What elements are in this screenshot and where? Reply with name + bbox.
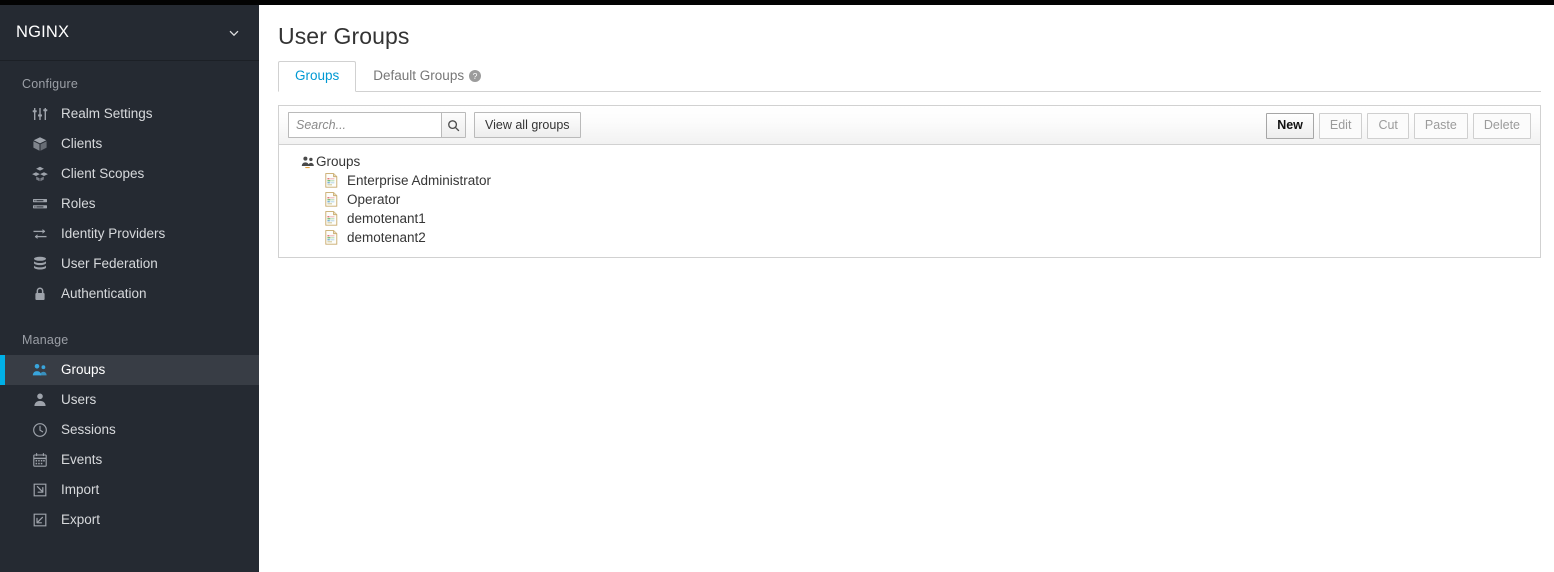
realm-selector[interactable]: NGINX	[0, 5, 259, 61]
tab-default-groups[interactable]: Default Groups ?	[356, 61, 498, 92]
tree-item-label: demotenant1	[347, 211, 426, 226]
app-root: NGINX Configure Realm Settings Clients C…	[0, 0, 1554, 572]
edit-button[interactable]: Edit	[1318, 112, 1363, 139]
import-arrow-icon	[32, 482, 48, 498]
tab-label: Default Groups	[373, 68, 465, 83]
sidebar-item-label: Sessions	[61, 421, 116, 437]
main-content: User Groups Groups Default Groups ? Sear…	[259, 5, 1554, 572]
view-all-groups-button[interactable]: View all groups	[474, 112, 581, 138]
sidebar-item-identity-providers[interactable]: Identity Providers	[0, 219, 259, 249]
group-file-icon	[325, 230, 338, 245]
group-file-icon	[325, 211, 338, 226]
nav-section-manage: Manage Groups Users Sessions Events Impo…	[0, 309, 259, 535]
groups-panel: View all groups New Edit Cut Paste Delet…	[278, 105, 1541, 258]
sidebar-item-import[interactable]: Import	[0, 475, 259, 505]
sidebar-item-export[interactable]: Export	[0, 505, 259, 535]
groups-toolbar: View all groups New Edit Cut Paste Delet…	[279, 106, 1540, 145]
sidebar-item-label: Realm Settings	[61, 105, 153, 121]
tree-root-label: Groups	[316, 154, 361, 169]
tree-item-label: Enterprise Administrator	[347, 173, 492, 188]
nav-section-label-configure: Configure	[22, 77, 78, 91]
sidebar-item-label: Groups	[61, 361, 106, 377]
sidebar-item-label: Client Scopes	[61, 165, 145, 181]
sidebar-item-realm-settings[interactable]: Realm Settings	[0, 99, 259, 129]
tree-root-groups[interactable]: Groups	[279, 152, 1540, 171]
sliders-icon	[32, 106, 48, 122]
sidebar-item-label: Authentication	[61, 285, 147, 301]
tree-item-operator[interactable]: Operator	[279, 190, 1540, 209]
group-file-icon	[325, 173, 338, 188]
exchange-arrows-icon	[32, 226, 48, 242]
page-title: User Groups	[278, 23, 410, 49]
search-button[interactable]	[441, 112, 466, 138]
cubes-icon	[32, 166, 48, 182]
nav-section-label-manage: Manage	[22, 333, 69, 347]
users-group-icon	[32, 362, 48, 378]
tree-item-demotenant2[interactable]: demotenant2	[279, 228, 1540, 247]
sidebar-item-label: Roles	[61, 195, 96, 211]
delete-button[interactable]: Delete	[1472, 112, 1531, 139]
sidebar-item-label: Users	[61, 391, 97, 407]
magnifier-icon	[447, 119, 460, 132]
sidebar-item-label: Identity Providers	[61, 225, 166, 241]
sidebar-item-sessions[interactable]: Sessions	[0, 415, 259, 445]
sidebar-item-authentication[interactable]: Authentication	[0, 279, 259, 309]
calendar-icon	[32, 452, 48, 468]
sidebar-item-user-federation[interactable]: User Federation	[0, 249, 259, 279]
tab-label: Groups	[295, 68, 340, 83]
toolbar-actions: New Edit Cut Paste Delete	[1266, 106, 1531, 145]
cut-button[interactable]: Cut	[1367, 112, 1409, 139]
tree-item-enterprise-administrator[interactable]: Enterprise Administrator	[279, 171, 1540, 190]
paste-button[interactable]: Paste	[1413, 112, 1468, 139]
realm-name: NGINX	[16, 23, 70, 41]
user-icon	[32, 392, 48, 408]
cube-icon	[32, 136, 48, 152]
help-circle-icon[interactable]: ?	[469, 69, 482, 82]
svg-text:?: ?	[473, 71, 478, 81]
sidebar-item-clients[interactable]: Clients	[0, 129, 259, 159]
clock-icon	[32, 422, 48, 438]
tab-bar: Groups Default Groups ?	[278, 61, 1541, 92]
list-bars-icon	[32, 196, 48, 212]
sidebar-item-label: Export	[61, 511, 101, 527]
sidebar-item-label: Events	[61, 451, 103, 467]
nav-section-configure: Configure Realm Settings Clients Client …	[0, 61, 259, 309]
sidebar-item-users[interactable]: Users	[0, 385, 259, 415]
tree-item-demotenant1[interactable]: demotenant1	[279, 209, 1540, 228]
sidebar-item-groups[interactable]: Groups	[0, 355, 259, 385]
search-group	[288, 112, 466, 138]
lock-icon	[32, 286, 48, 302]
tree-item-label: demotenant2	[347, 230, 426, 245]
chevron-down-icon	[227, 26, 241, 40]
sidebar-item-label: Clients	[61, 135, 103, 151]
tab-groups[interactable]: Groups	[278, 61, 357, 92]
sidebar-item-label: User Federation	[61, 255, 158, 271]
users-group-icon	[301, 155, 315, 169]
sidebar-item-roles[interactable]: Roles	[0, 189, 259, 219]
export-arrow-icon	[32, 512, 48, 528]
search-input[interactable]	[288, 112, 441, 138]
group-file-icon	[325, 192, 338, 207]
new-button[interactable]: New	[1266, 112, 1314, 139]
sidebar-item-label: Import	[61, 481, 100, 497]
database-icon	[32, 256, 48, 272]
sidebar: NGINX Configure Realm Settings Clients C…	[0, 5, 259, 572]
sidebar-item-events[interactable]: Events	[0, 445, 259, 475]
sidebar-item-client-scopes[interactable]: Client Scopes	[0, 159, 259, 189]
tree-item-label: Operator	[347, 192, 401, 207]
groups-tree: Groups Enterprise Administrator Operator…	[279, 145, 1540, 257]
